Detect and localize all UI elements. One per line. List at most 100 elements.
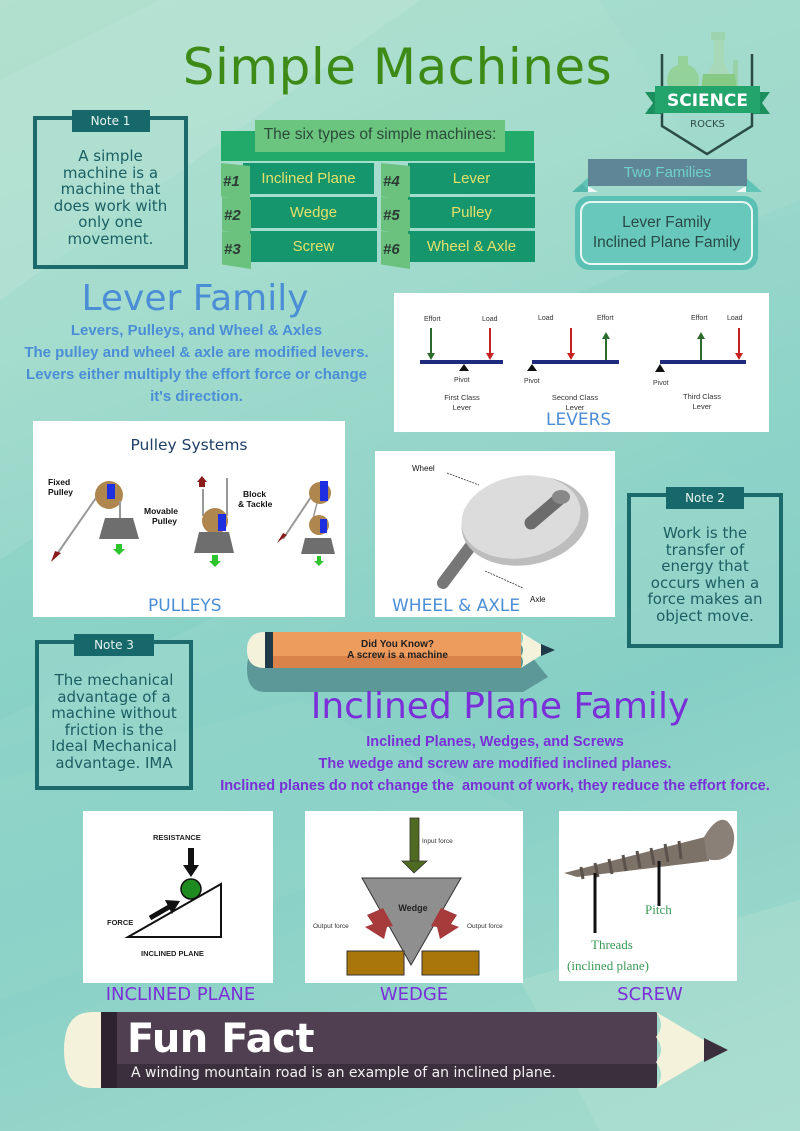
- type-number: #5: [381, 197, 410, 235]
- note-3-text: The mechanical advantage of a machine wi…: [51, 671, 177, 772]
- screw-caption: SCREW: [617, 984, 683, 1005]
- svg-text:Pivot: Pivot: [524, 378, 540, 385]
- svg-text:Pivot: Pivot: [454, 377, 470, 384]
- svg-text:Output force: Output force: [467, 923, 503, 930]
- family-item: Inclined Plane Family: [592, 234, 741, 251]
- wheel-axle-caption: WHEEL & AXLE: [392, 596, 521, 616]
- note-3: Note 3 The mechanical advantage of a mac…: [35, 634, 193, 790]
- lever-class-label: First Class Lever: [444, 393, 480, 412]
- levers-caption: LEVERS: [546, 410, 612, 430]
- lever-desc-line: Levers, Pulleys, and Wheel & Axles: [70, 322, 323, 339]
- svg-text:RESISTANCE: RESISTANCE: [153, 833, 201, 842]
- type-number: #3: [222, 231, 251, 269]
- fun-fact-title: Fun Fact: [127, 1016, 315, 1062]
- second-class-lever: Load Effort Pivot Second Class Lever: [524, 315, 619, 412]
- type-number: #2: [222, 197, 251, 235]
- type-number: #6: [381, 231, 410, 269]
- block-tackle-icon: [277, 481, 335, 566]
- inclined-plane-panel: RESISTANCE FORCE INCLINED PLANE: [83, 811, 273, 983]
- type-item-6: Wheel & Axle #6: [381, 231, 535, 269]
- lever-desc-line: Levers either multiply the effort force …: [26, 366, 367, 405]
- inclined-family-title: Inclined Plane Family: [310, 686, 690, 727]
- did-you-know-line1: Did You Know?: [361, 639, 434, 650]
- type-label: Inclined Plane: [243, 163, 374, 194]
- third-class-lever: Effort Load Pivot Third Class Lever: [653, 315, 746, 411]
- first-class-lever: Effort Load Pivot First Class Lever: [420, 316, 503, 412]
- svg-text:Pitch: Pitch: [645, 902, 672, 917]
- svg-text:Input force: Input force: [422, 838, 453, 845]
- note-1-text: A simple machine is a machine that does …: [53, 147, 168, 248]
- levers-panel: Effort Load Pivot First Class Lever Load …: [394, 293, 769, 432]
- screw-diagram: Pitch Threads (inclined plane): [564, 819, 735, 973]
- wedge-caption: WEDGE: [379, 984, 449, 1005]
- pulleys-panel: Pulley Systems Fixed Pulley Movable Pulley…: [33, 421, 345, 617]
- svg-text:FORCE: FORCE: [107, 918, 133, 927]
- wedge-panel: Input force Wedge Output force Output fo…: [305, 811, 523, 983]
- pulley-label-fixed: Fixed: [48, 477, 70, 487]
- pulleys-caption: PULLEYS: [148, 596, 222, 616]
- svg-text:Load: Load: [727, 315, 743, 322]
- svg-text:Load: Load: [538, 315, 554, 322]
- svg-text:Block& Tackle: Block & Tackle: [238, 489, 273, 509]
- svg-text:Load: Load: [482, 316, 498, 323]
- note-3-label: Note 3: [74, 634, 154, 656]
- type-label: Wheel & Axle: [408, 231, 535, 262]
- note-1-label: Note 1: [71, 110, 150, 132]
- pulleys-diagram: Fixed Pulley Movable Pulley Block & Tackle: [48, 476, 335, 567]
- svg-text:Effort: Effort: [597, 315, 614, 322]
- six-types-header: The six types of simple machines:: [255, 120, 505, 152]
- lever-class-line: First Class: [444, 393, 480, 402]
- svg-text:Effort: Effort: [424, 316, 441, 323]
- inclined-desc-line: Inclined Planes, Wedges, and Screws: [366, 734, 624, 750]
- svg-text:MovablePulley: Movable Pulley: [144, 506, 178, 526]
- type-label: Lever: [408, 163, 535, 194]
- did-you-know-text: Did You Know? A screw is a machine: [275, 639, 520, 661]
- science-rocks-badge: SCIENCE ROCKS: [645, 32, 770, 156]
- family-item: Lever Family: [622, 214, 711, 231]
- badge-line2: ROCKS: [690, 119, 725, 130]
- lever-desc-line: The pulley and wheel & axle are modified…: [24, 344, 369, 361]
- type-label: Pulley: [408, 197, 535, 228]
- screw-panel: Pitch Threads (inclined plane): [559, 811, 737, 981]
- inclined-desc-line: Inclined planes do not change the amount…: [220, 778, 770, 794]
- svg-text:Effort: Effort: [691, 315, 708, 322]
- fun-fact-text: A winding mountain road is an example of…: [131, 1065, 556, 1081]
- type-number: #1: [221, 163, 250, 201]
- note-1: Note 1 A simple machine is a machine tha…: [33, 110, 188, 269]
- type-item-2: Wedge #2: [222, 197, 377, 235]
- type-item-3: Screw #3: [222, 231, 377, 269]
- type-item-4: Lever #4: [381, 163, 535, 201]
- wheel-axle-panel: Wheel Axle WHEEL & AXLE: [375, 451, 615, 617]
- note-2: Note 2 Work is the transfer of energy th…: [627, 487, 783, 648]
- svg-text:FixedPulley: Fixed Pulley: [48, 477, 73, 497]
- lever-family-description: Levers, Pulleys, and Wheel & Axles The p…: [0, 320, 393, 408]
- inclined-family-description: Inclined Planes, Wedges, and Screws The …: [190, 731, 800, 797]
- svg-text:Output force: Output force: [313, 923, 349, 930]
- movable-pulley-icon: [194, 476, 234, 567]
- svg-text:Threads: Threads: [591, 937, 633, 952]
- inclined-desc-line: The wedge and screw are modified incline…: [318, 756, 672, 772]
- badge-line1: SCIENCE: [667, 91, 748, 111]
- type-number: #4: [381, 163, 410, 201]
- svg-text:Pivot: Pivot: [653, 380, 669, 387]
- did-you-know-line2: A screw is a machine: [347, 650, 448, 661]
- two-families-banner: Two Families: [588, 159, 747, 186]
- inclined-plane-caption: INCLINED PLANE: [105, 984, 256, 1005]
- type-item-5: Pulley #5: [381, 197, 535, 235]
- note-2-text: Work is the transfer of energy that occu…: [647, 524, 763, 625]
- svg-text:Wedge: Wedge: [398, 903, 427, 913]
- wedge-diagram: Input force Wedge Output force Output fo…: [313, 817, 503, 976]
- inclined-plane-diagram: RESISTANCE FORCE INCLINED PLANE: [107, 833, 222, 958]
- two-families-box: Lever Family Inclined Plane Family: [575, 196, 758, 270]
- note-2-label: Note 2: [666, 487, 744, 509]
- lever-family-title: Lever Family: [81, 278, 309, 319]
- svg-text:INCLINED PLANE: INCLINED PLANE: [141, 949, 204, 958]
- type-label: Screw: [250, 231, 377, 262]
- svg-text:Wheel: Wheel: [412, 464, 435, 473]
- svg-text:Third ClassLever: Third Class Lever: [683, 392, 721, 411]
- svg-text:(inclined plane): (inclined plane): [567, 958, 649, 973]
- wheel-axle-diagram: Wheel Axle: [412, 464, 589, 604]
- type-label: Wedge: [250, 197, 377, 228]
- type-item-1: Inclined Plane #1: [221, 163, 374, 201]
- svg-text:Axle: Axle: [530, 595, 546, 604]
